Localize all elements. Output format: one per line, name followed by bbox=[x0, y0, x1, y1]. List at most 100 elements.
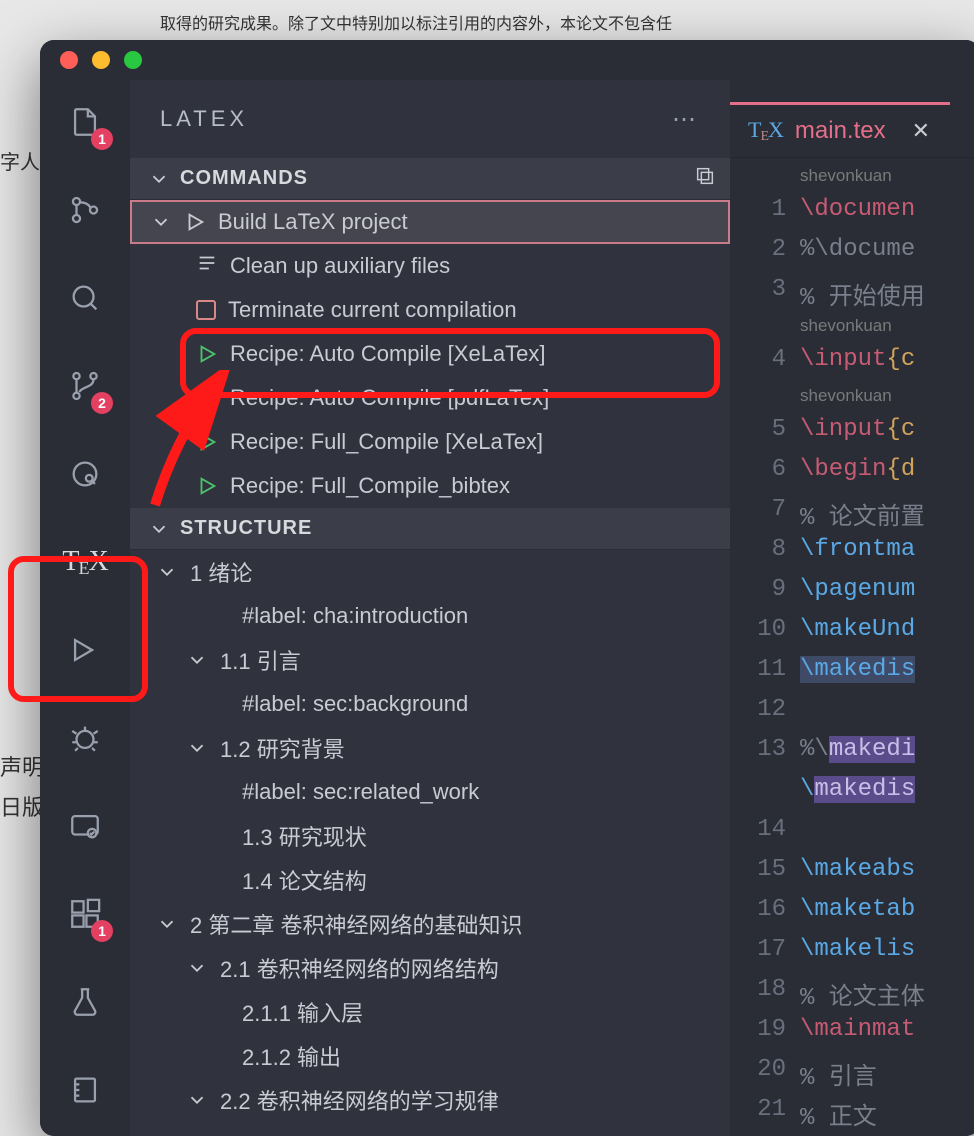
vscode-window: 1 2 TEX bbox=[40, 40, 974, 1136]
tab-bar: TEX main.tex ✕ bbox=[730, 80, 974, 158]
list-icon bbox=[196, 252, 218, 280]
sidebar: LATEX ⋯ COMMANDS Build LaTeX project bbox=[130, 80, 730, 1136]
traffic-lights bbox=[60, 51, 142, 69]
explorer-icon[interactable]: 1 bbox=[61, 98, 109, 146]
recipe-label: Recipe: Full_Compile_bibtex bbox=[230, 473, 510, 499]
play-icon bbox=[184, 211, 206, 233]
stop-icon bbox=[196, 300, 216, 320]
code-lines: shevonkuan\documen%\docume% 开始使用shevonku… bbox=[800, 158, 925, 1136]
scm-badge: 2 bbox=[91, 392, 113, 414]
chevron-down-icon bbox=[186, 649, 208, 671]
maximize-window-button[interactable] bbox=[124, 51, 142, 69]
chevron-down-icon bbox=[148, 168, 170, 190]
structure-item-label: 2 第二章 卷积神经网络的基础知识 bbox=[190, 908, 522, 940]
structure-item[interactable]: #label: sec:related_work bbox=[130, 770, 730, 814]
explorer-badge: 1 bbox=[91, 128, 113, 150]
tex-glyph: TEX bbox=[62, 546, 107, 579]
structure-section-header[interactable]: STRUCTURE bbox=[130, 508, 730, 550]
background-text: 取得的研究成果。除了文中特别加以标注引用的内容外，本论文不包含任 bbox=[160, 10, 672, 34]
structure-item[interactable]: 1.3 研究现状 bbox=[130, 814, 730, 858]
debug-icon[interactable] bbox=[61, 626, 109, 674]
collapse-all-icon[interactable] bbox=[694, 165, 716, 193]
cleanup-aux-files[interactable]: Clean up auxiliary files bbox=[130, 244, 730, 288]
structure-item[interactable]: #label: sec:background bbox=[130, 682, 730, 726]
structure-item[interactable]: 2.2 卷积神经网络的学习规律 bbox=[130, 1078, 730, 1122]
commands-tree: Build LaTeX project Clean up auxiliary f… bbox=[130, 200, 730, 508]
minimize-window-button[interactable] bbox=[92, 51, 110, 69]
structure-item-label: 1 绪论 bbox=[190, 556, 252, 588]
structure-item-label: 2.1.2 输出 bbox=[242, 1040, 341, 1072]
structure-item-label: 1.1 引言 bbox=[220, 644, 301, 676]
activity-bar: 1 2 TEX bbox=[40, 80, 130, 1136]
recipe-full-bibtex[interactable]: Recipe: Full_Compile_bibtex bbox=[130, 464, 730, 508]
chevron-down-icon bbox=[156, 561, 178, 583]
structure-item[interactable]: 2.1 卷积神经网络的网络结构 bbox=[130, 946, 730, 990]
structure-item[interactable]: 1 绪论 bbox=[130, 550, 730, 594]
structure-item[interactable]: 2.1.1 输入层 bbox=[130, 990, 730, 1034]
close-window-button[interactable] bbox=[60, 51, 78, 69]
sidebar-title-label: LATEX bbox=[160, 106, 248, 132]
line-gutter: 123456789101112131415161718192021 bbox=[730, 158, 800, 1136]
editor: TEX main.tex ✕ 1234567891011121314151617… bbox=[730, 80, 974, 1136]
beaker-icon[interactable] bbox=[61, 978, 109, 1026]
extensions-icon[interactable]: 1 bbox=[61, 890, 109, 938]
play-icon bbox=[196, 387, 218, 409]
tab-main-tex[interactable]: TEX main.tex ✕ bbox=[730, 102, 950, 157]
more-icon[interactable]: ⋯ bbox=[672, 105, 700, 134]
commands-label: COMMANDS bbox=[180, 167, 308, 190]
chevron-down-icon bbox=[186, 737, 208, 759]
close-icon[interactable]: ✕ bbox=[912, 118, 930, 144]
chevron-down-icon bbox=[150, 211, 172, 233]
background-text-left: 日版 bbox=[0, 790, 44, 822]
terminate-compilation[interactable]: Terminate current compilation bbox=[130, 288, 730, 332]
structure-item[interactable]: #label: cha:introduction bbox=[130, 594, 730, 638]
remote-icon[interactable] bbox=[61, 802, 109, 850]
chevron-down-icon bbox=[186, 1089, 208, 1111]
tab-filename: main.tex bbox=[795, 117, 886, 145]
find-icon[interactable] bbox=[61, 450, 109, 498]
structure-item-label: #label: sec:related_work bbox=[242, 779, 479, 805]
chevron-down-icon bbox=[156, 913, 178, 935]
tex-file-icon: TEX bbox=[748, 117, 783, 145]
bug-icon[interactable] bbox=[61, 714, 109, 762]
terminate-label: Terminate current compilation bbox=[228, 297, 517, 323]
structure-item[interactable]: 1.4 论文结构 bbox=[130, 858, 730, 902]
structure-item-label: #label: sec:background bbox=[242, 691, 468, 717]
structure-item[interactable]: 2 第二章 卷积神经网络的基础知识 bbox=[130, 902, 730, 946]
chevron-down-icon bbox=[186, 957, 208, 979]
notebook-icon[interactable] bbox=[61, 1066, 109, 1114]
recipe-label: Recipe: Auto Compile [pdfLaTex] bbox=[230, 385, 549, 411]
recipe-auto-pdflatex[interactable]: Recipe: Auto Compile [pdfLaTex] bbox=[130, 376, 730, 420]
recipe-full-xelatex[interactable]: Recipe: Full_Compile [XeLaTex] bbox=[130, 420, 730, 464]
sidebar-title: LATEX ⋯ bbox=[130, 80, 730, 158]
background-text-left: 声明 bbox=[0, 750, 44, 782]
structure-item-label: 1.4 论文结构 bbox=[242, 864, 367, 896]
build-latex-project[interactable]: Build LaTeX project bbox=[130, 200, 730, 244]
commands-section-header[interactable]: COMMANDS bbox=[130, 158, 730, 200]
structure-item[interactable]: 2.1.2 输出 bbox=[130, 1034, 730, 1078]
search-icon[interactable] bbox=[61, 274, 109, 322]
source-control-icon[interactable] bbox=[61, 186, 109, 234]
latex-workshop-icon[interactable]: TEX bbox=[61, 538, 109, 586]
build-label: Build LaTeX project bbox=[218, 209, 408, 235]
structure-label: STRUCTURE bbox=[180, 517, 312, 540]
structure-item-label: #label: cha:introduction bbox=[242, 603, 468, 629]
recipe-label: Recipe: Full_Compile [XeLaTex] bbox=[230, 429, 543, 455]
extensions-badge: 1 bbox=[91, 920, 113, 942]
structure-item-label: 2.2 卷积神经网络的学习规律 bbox=[220, 1084, 499, 1116]
structure-item-label: 2.1 卷积神经网络的网络结构 bbox=[220, 952, 499, 984]
play-icon bbox=[196, 475, 218, 497]
structure-item-label: 1.2 研究背景 bbox=[220, 732, 345, 764]
play-icon bbox=[196, 343, 218, 365]
structure-item[interactable]: 1.2 研究背景 bbox=[130, 726, 730, 770]
structure-item[interactable]: 1.1 引言 bbox=[130, 638, 730, 682]
structure-tree: 1 绪论 #label: cha:introduction 1.1 引言 #label… bbox=[130, 550, 730, 1122]
structure-item-label: 2.1.1 输入层 bbox=[242, 996, 363, 1028]
chevron-down-icon bbox=[148, 518, 170, 540]
structure-item-label: 1.3 研究现状 bbox=[242, 820, 367, 852]
window-titlebar bbox=[40, 40, 974, 80]
recipe-auto-xelatex[interactable]: Recipe: Auto Compile [XeLaTex] bbox=[130, 332, 730, 376]
code-area[interactable]: 123456789101112131415161718192021 shevon… bbox=[730, 158, 974, 1136]
git-branch-icon[interactable]: 2 bbox=[61, 362, 109, 410]
play-icon bbox=[196, 431, 218, 453]
